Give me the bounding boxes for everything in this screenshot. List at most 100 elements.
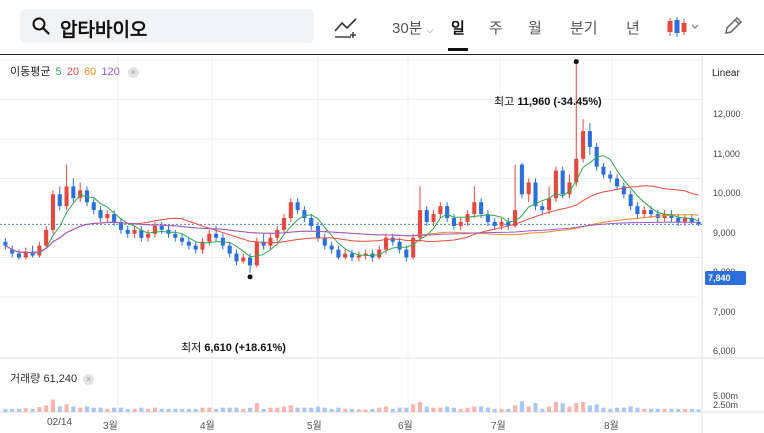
period-tab-month[interactable]: 월: [528, 17, 542, 38]
volume-bar: [383, 406, 389, 412]
candle-body: [322, 237, 327, 246]
search-box[interactable]: 압타바이오: [20, 9, 314, 43]
volume-bar: [254, 403, 259, 412]
low-marker: [247, 274, 253, 280]
candle-body: [3, 241, 8, 246]
candle-body: [159, 225, 164, 230]
volume-bar: [363, 409, 368, 412]
volume-bar: [662, 408, 667, 412]
candle-body: [343, 253, 348, 258]
volume-bar: [105, 408, 110, 412]
volume-bar: [248, 407, 253, 412]
toolbar: 압타바이오 30분 ⌵ 일 주 월 분기 년: [0, 0, 764, 55]
x-tick: 6월: [398, 421, 413, 432]
candle-body: [91, 202, 96, 211]
volume-legend: 거래량 61,240 ×: [10, 370, 95, 386]
candle-body: [207, 233, 212, 242]
candle-body: [173, 233, 178, 238]
volume-bar: [465, 407, 470, 412]
candle-body: [71, 186, 76, 199]
y-tick: 7,000: [713, 307, 736, 317]
candle-body: [57, 194, 62, 207]
pencil-icon[interactable]: [723, 16, 743, 36]
candle-body: [628, 194, 633, 207]
ma-legend-title: 이동평균: [10, 66, 51, 78]
candle-body: [329, 245, 334, 250]
search-input[interactable]: 압타바이오: [60, 15, 147, 42]
volume-bar: [282, 406, 287, 412]
volume-bar: [377, 407, 382, 412]
volume-bar: [390, 408, 395, 412]
candle-body: [547, 198, 552, 211]
candle-body: [676, 218, 681, 222]
candle-body: [105, 214, 110, 218]
candle-body: [186, 241, 191, 246]
chevron-down-icon: ⌵: [426, 25, 434, 35]
volume-bar: [424, 406, 429, 412]
candle-body: [180, 237, 185, 242]
y-tick: 9,000: [713, 228, 736, 238]
ma-60-label: 60: [84, 66, 97, 78]
candle-body: [16, 253, 22, 258]
candle-body: [601, 166, 606, 175]
volume-bar: [268, 407, 273, 412]
drawing-tool-icon[interactable]: [334, 17, 358, 39]
candle-body: [132, 229, 137, 234]
candle-body: [288, 202, 293, 218]
candle-body: [615, 178, 620, 187]
volume-bar: [689, 408, 694, 412]
volume-bar: [587, 405, 592, 412]
volume-bar: [322, 407, 327, 412]
scale-toggle[interactable]: Linear: [712, 68, 740, 79]
volume-bar: [64, 404, 69, 412]
candle-body: [472, 202, 477, 215]
volume-bar: [506, 408, 511, 412]
candle-body: [146, 233, 151, 238]
period-tab-year[interactable]: 년: [626, 17, 640, 38]
volume-bar: [404, 407, 409, 412]
high-label: 최고: [494, 96, 515, 108]
candle-body: [193, 245, 198, 250]
volume-bar: [146, 408, 151, 412]
volume-bar: [648, 408, 654, 412]
volume-bar: [227, 407, 232, 412]
volume-bar: [91, 407, 96, 412]
period-tab-week[interactable]: 주: [489, 17, 503, 38]
volume-bar: [628, 406, 633, 412]
x-tick: 4월: [200, 421, 215, 432]
period-30min-dropdown[interactable]: 30분 ⌵: [392, 17, 434, 38]
x-tick: 02/14: [47, 417, 73, 428]
y-tick: 11,000: [713, 149, 740, 159]
volume-bar: [574, 403, 579, 412]
volume-value: 61,240: [43, 373, 78, 385]
y-tick: 6,000: [713, 346, 736, 356]
candle-body: [642, 210, 647, 215]
x-tick: 8월: [604, 421, 619, 432]
candle-body: [336, 249, 341, 258]
volume-bar: [533, 403, 538, 412]
low-annotation: 최저 6,610 (+18.61%): [181, 339, 286, 355]
volume-label: 거래량: [10, 373, 41, 385]
y-tick: 12,000: [713, 109, 741, 119]
volume-bar: [513, 405, 518, 412]
candle-body: [519, 164, 524, 195]
volume-bar: [451, 407, 456, 412]
candle-body: [397, 241, 402, 250]
period-tab-quarter[interactable]: 분기: [570, 17, 598, 38]
high-marker: [573, 59, 579, 65]
period-tab-day[interactable]: 일: [448, 17, 468, 51]
volume-bar: [601, 407, 606, 412]
candle-body: [349, 253, 355, 258]
candle-body: [125, 229, 130, 234]
volume-bar: [669, 408, 674, 412]
volume-bar: [492, 408, 497, 412]
chart-type-candle-icon[interactable]: [666, 16, 702, 38]
volume-close-icon[interactable]: ×: [83, 373, 95, 385]
price-chart[interactable]: [0, 56, 764, 433]
volume-bar: [615, 407, 620, 412]
low-value: 6,610: [204, 342, 232, 354]
ma-close-icon[interactable]: ×: [127, 66, 139, 78]
x-tick: 3월: [103, 421, 118, 432]
candle-body: [465, 214, 470, 222]
volume-bar: [10, 408, 15, 412]
